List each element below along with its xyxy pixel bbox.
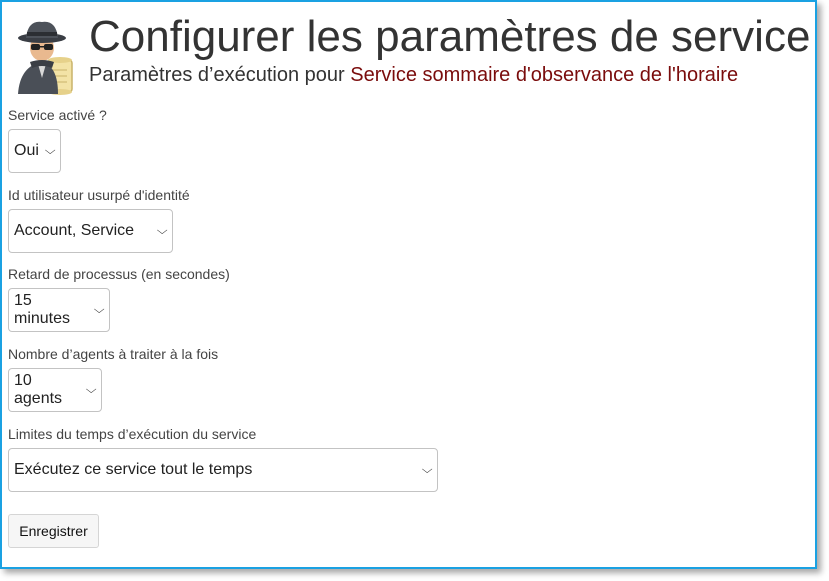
process-delay-select[interactable]: 15 minutes ⌵ xyxy=(8,288,110,332)
subtitle-prefix: Paramètres d’exécution pour xyxy=(89,64,345,86)
impersonation-field: Id utilisateur usurpé d'identité Account… xyxy=(8,187,190,253)
service-name: Service sommaire d'observance de l'horai… xyxy=(350,64,739,86)
window-frame: Configurer les paramètres de service Par… xyxy=(0,0,817,569)
impersonation-label: Id utilisateur usurpé d'identité xyxy=(8,187,190,203)
service-enabled-select[interactable]: Oui ⌵ xyxy=(8,129,61,173)
chevron-down-icon: ⌵ xyxy=(421,463,433,476)
agents-batch-field: Nombre d’agents à traiter à la fois 10 a… xyxy=(8,346,218,412)
runtime-limits-select[interactable]: Exécutez ce service tout le temps ⌵ xyxy=(8,448,438,492)
agents-batch-label: Nombre d’agents à traiter à la fois xyxy=(8,346,219,362)
runtime-limits-field: Limites du temps d’exécution du service … xyxy=(8,426,438,492)
chevron-down-icon: ⌵ xyxy=(85,383,97,396)
process-delay-label: Retard de processus (en secondes) xyxy=(8,266,230,282)
chevron-down-icon: ⌵ xyxy=(156,224,168,237)
chevron-down-icon: ⌵ xyxy=(93,303,105,316)
process-delay-value: 15 minutes xyxy=(14,292,71,327)
service-enabled-field: Service activé ? Oui ⌵ xyxy=(8,107,107,173)
agents-batch-value: 10 agents xyxy=(14,372,63,407)
agents-batch-select[interactable]: 10 agents ⌵ xyxy=(8,368,102,412)
service-enabled-value: Oui xyxy=(14,142,39,159)
page-header: Configurer les paramètres de service Par… xyxy=(10,10,811,95)
page-title: Configurer les paramètres de service xyxy=(89,12,811,61)
runtime-limits-value: Exécutez ce service tout le temps xyxy=(14,461,253,478)
impersonation-value: Account, Service xyxy=(14,222,135,239)
service-enabled-label: Service activé ? xyxy=(8,107,107,123)
page-subtitle: Paramètres d’exécution pour Service somm… xyxy=(89,64,738,87)
save-button[interactable]: Enregistrer xyxy=(8,514,99,548)
runtime-limits-label: Limites du temps d’exécution du service xyxy=(8,426,257,442)
chevron-down-icon: ⌵ xyxy=(44,144,56,157)
process-delay-field: Retard de processus (en secondes) 15 min… xyxy=(8,266,230,332)
spy-agent-icon xyxy=(18,21,73,95)
impersonation-select[interactable]: Account, Service ⌵ xyxy=(8,209,173,253)
